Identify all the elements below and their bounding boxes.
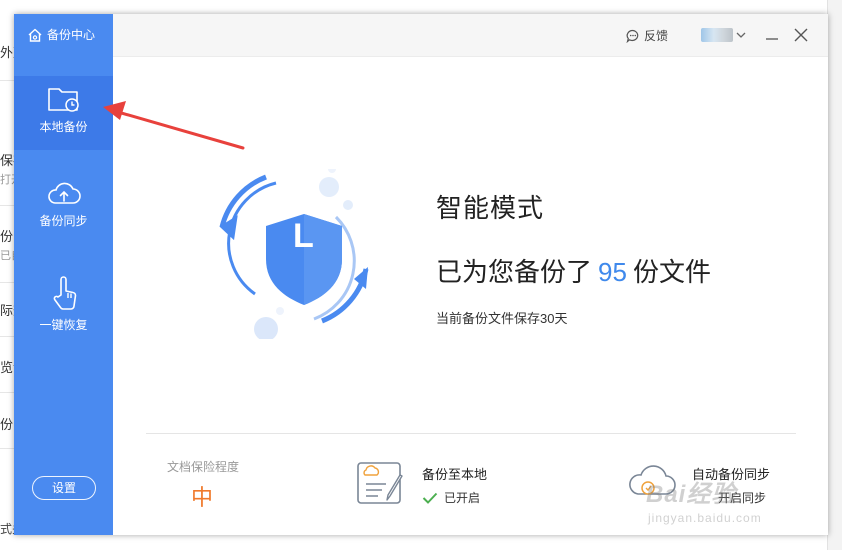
file-count: 95 [598, 257, 627, 287]
cloud-upload-icon [47, 182, 81, 204]
sidebar-item-label: 本地备份 [39, 120, 88, 134]
protection-level-value: 中 [191, 485, 214, 510]
check-icon [422, 492, 438, 504]
backup-summary: 已为您备份了 95 份文件 [436, 252, 711, 289]
brand-label: 备份中心 [47, 28, 96, 42]
account-menu[interactable] [701, 28, 747, 42]
shield-illustration [214, 165, 374, 344]
feedback-button[interactable]: 反馈 [626, 27, 668, 44]
divider [146, 433, 796, 434]
watermark-logo: Bai经验 [646, 481, 737, 508]
minimize-icon [766, 38, 778, 40]
sidebar-item-restore[interactable]: 一键恢复 [14, 274, 113, 333]
chat-bubble-icon [626, 29, 639, 43]
feedback-label: 反馈 [644, 29, 669, 43]
background-row: 际效 [0, 303, 14, 318]
close-icon [794, 28, 808, 42]
local-backup-title: 备份至本地 [422, 467, 488, 482]
summary-suffix: 份文件 [632, 257, 711, 287]
background-divider [0, 282, 14, 283]
avatar [701, 28, 733, 42]
background-row: 览试 [0, 360, 14, 375]
minimize-button[interactable] [761, 24, 783, 46]
sidebar-item-label: 一键恢复 [39, 318, 88, 332]
sidebar-item-backup-sync[interactable]: 备份同步 [14, 178, 113, 229]
backup-center-window: 备份中心 本地备份 备份同步 一键恢复 设置 反馈 L 智能模式 已为您备份了 … [14, 14, 828, 535]
summary-prefix: 已为您备份了 [436, 257, 593, 287]
sidebar: 备份中心 本地备份 备份同步 一键恢复 设置 [14, 14, 113, 535]
retention-text: 当前备份文件保存30天 [436, 311, 568, 326]
chevron-down-icon [736, 32, 746, 38]
settings-button[interactable]: 设置 [32, 476, 96, 500]
document-edit-icon [356, 460, 408, 511]
local-backup-status-label: 已开启 [444, 491, 481, 505]
background-divider [0, 205, 14, 206]
protection-level-label: 文档保险程度 [167, 460, 240, 474]
mode-title: 智能模式 [436, 193, 545, 223]
background-divider [0, 336, 14, 337]
background-scrollbar [827, 0, 842, 550]
folder-clock-icon [47, 88, 79, 112]
background-row: 外双 [0, 45, 14, 60]
sidebar-item-local-backup[interactable]: 本地备份 [14, 76, 113, 150]
brand: 备份中心 [27, 26, 95, 43]
local-backup-status: 已开启 [422, 489, 480, 506]
close-button[interactable] [790, 24, 812, 46]
hand-tap-icon [53, 276, 76, 310]
background-row: 保存打开 [0, 153, 14, 186]
background-row: 份同已自 [0, 229, 14, 262]
title-bar: 反馈 [113, 14, 828, 57]
watermark-url: jingyan.baidu.com [648, 511, 762, 525]
background-divider [0, 392, 14, 393]
background-row: 份中 [0, 417, 14, 432]
sidebar-item-label: 备份同步 [39, 214, 88, 228]
shield-letter: L [293, 217, 314, 255]
home-icon [28, 28, 42, 42]
background-divider [0, 80, 14, 81]
background-divider [0, 448, 14, 449]
